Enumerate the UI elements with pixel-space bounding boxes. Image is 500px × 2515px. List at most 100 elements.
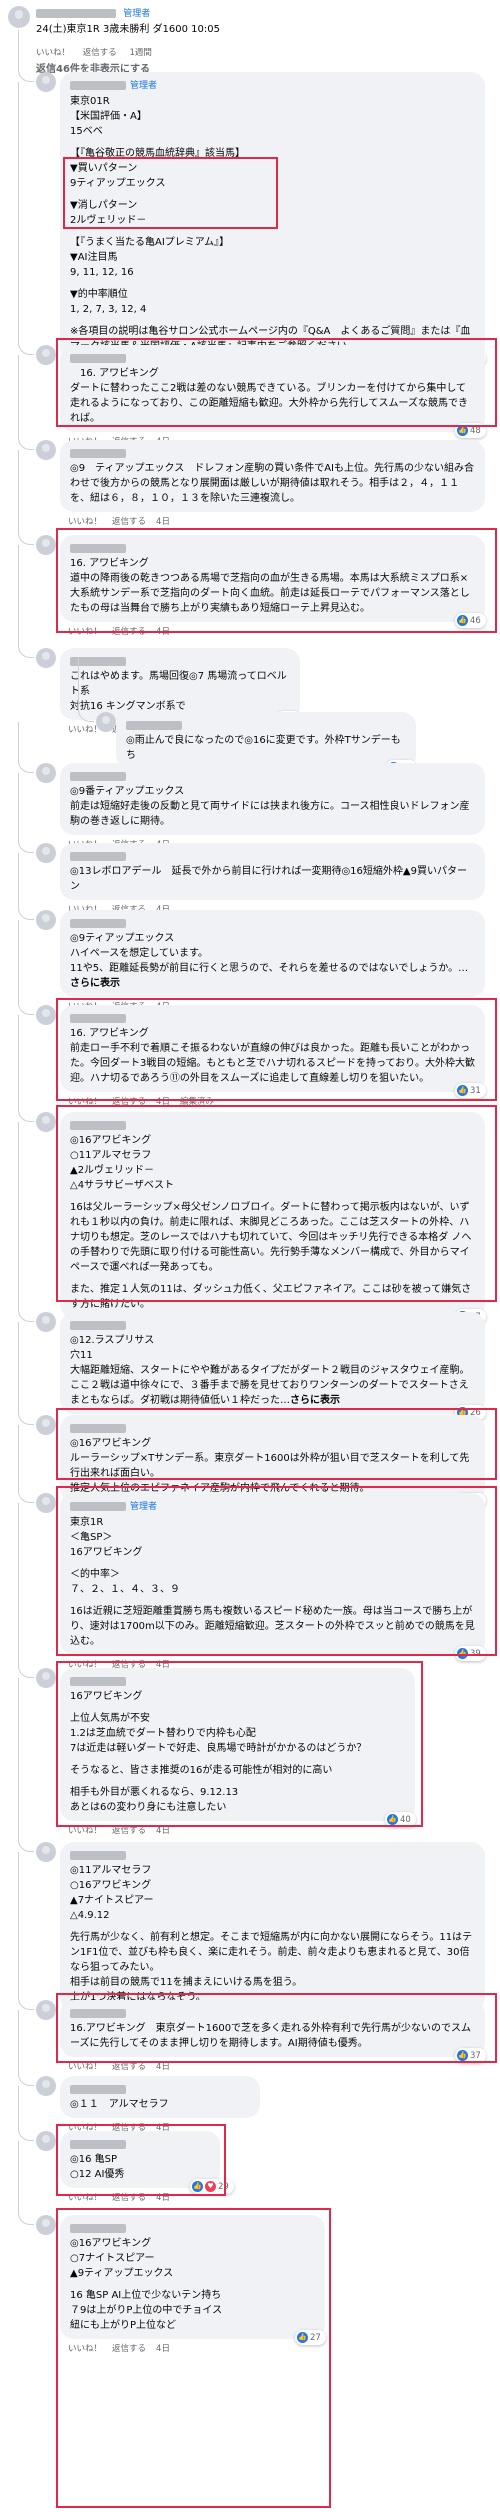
avatar[interactable] <box>36 72 56 92</box>
avatar[interactable] <box>36 2131 56 2151</box>
thread-connector <box>18 82 34 355</box>
author-name[interactable] <box>70 918 126 928</box>
thread-connector <box>18 545 34 658</box>
comment-line: ◎11アルマセラフ <box>70 1865 152 1876</box>
comment-author[interactable] <box>70 1318 475 1333</box>
thread-connector <box>78 658 94 722</box>
avatar[interactable] <box>36 2076 56 2096</box>
avatar[interactable] <box>36 1842 56 1862</box>
reply-link[interactable]: 返信する <box>112 1826 146 1836</box>
reply-link[interactable]: 返信する <box>112 517 146 527</box>
thread-connector <box>18 2141 34 2225</box>
comment-line: これはやめます。馬場回復◎7 馬場流ってロベルト系 <box>70 671 287 697</box>
highlight-box <box>63 157 278 229</box>
like-link[interactable]: いいね！ <box>68 2062 102 2072</box>
avatar[interactable] <box>36 1493 56 1513</box>
avatar[interactable] <box>36 345 56 365</box>
thread-connector <box>18 920 34 1015</box>
thread-connector <box>18 722 34 773</box>
avatar[interactable] <box>36 1112 56 1132</box>
thread-connector <box>18 1322 34 1425</box>
avatar[interactable] <box>36 1005 56 1025</box>
timestamp[interactable]: 4日 <box>156 2062 170 2072</box>
comment-line: ハイペースを想定しています。 <box>70 948 208 959</box>
comment-line <box>70 280 475 287</box>
avatar[interactable] <box>36 535 56 555</box>
comment-line: 【米国評価・A】 <box>70 110 147 122</box>
author-name[interactable] <box>126 720 182 730</box>
thread-connector <box>18 773 34 853</box>
timestamp[interactable]: 4日 <box>156 517 170 527</box>
comment-author[interactable] <box>70 446 475 461</box>
like-link[interactable]: いいね！ <box>68 1826 102 1836</box>
comment-line <box>70 1923 475 1930</box>
avatar[interactable] <box>8 6 30 28</box>
author-name[interactable] <box>70 771 126 781</box>
comment-bubble: ◎9番ティアップエックス前走は短縮好走後の反動と見て両サイドには挟まれ後方に。コ… <box>60 763 485 835</box>
see-more-link[interactable]: さらに表示 <box>290 1395 340 1406</box>
thread-connector <box>18 1852 34 2010</box>
thread-connector <box>18 1678 34 1852</box>
avatar[interactable] <box>36 2000 56 2020</box>
comment-line: ◎9ティアップエックス <box>70 933 175 944</box>
comment-line: ◎１１ アルマセラフ <box>70 2099 169 2110</box>
comment-line: ◎12.ラスプリサス <box>70 1335 155 1346</box>
comment-actions: いいね！ 返信する 4日 <box>68 515 180 527</box>
author-name[interactable] <box>70 2084 126 2094</box>
highlight-box <box>56 2208 331 2508</box>
see-more-link[interactable]: さらに表示 <box>70 978 120 989</box>
avatar[interactable] <box>36 1312 56 1332</box>
thread-connector <box>18 1503 34 1678</box>
comment-author[interactable] <box>70 849 475 864</box>
comment-bubble: ◎9 ティアップエックス ドレフォン産駒の買い条件でAIも上位。先行馬の少ない組… <box>60 440 485 512</box>
comment-author[interactable] <box>70 2082 250 2097</box>
comment-author[interactable] <box>70 1848 475 1863</box>
avatar[interactable] <box>36 440 56 460</box>
thread-connector <box>18 853 34 920</box>
author-name[interactable] <box>70 80 126 90</box>
comment-line: 前走は短縮好走後の反動と見て両サイドには挟まれ後方に。コース相性良いドレフォン産… <box>70 801 470 827</box>
highlight-box <box>56 1661 423 1827</box>
avatar[interactable] <box>36 2215 56 2235</box>
comment-bubble: これはやめます。馬場回復◎7 馬場流ってロベルト系 対抗16 キングマンボ系で <box>60 648 300 720</box>
comment-author[interactable] <box>126 718 406 733</box>
avatar[interactable] <box>36 648 56 668</box>
reaction-number: 48 <box>470 425 481 436</box>
avatar[interactable] <box>96 712 116 732</box>
avatar[interactable] <box>36 763 56 783</box>
timestamp[interactable]: 1週間 <box>129 48 151 58</box>
thread-connector <box>18 1425 34 1503</box>
author-name[interactable] <box>70 1850 126 1860</box>
comment-line: 穴11 <box>70 1350 93 1361</box>
post-actions: いいね！ 返信する 1週間 <box>36 46 162 58</box>
reply-link[interactable]: 返信する <box>83 48 117 58</box>
highlight-box <box>56 998 497 1101</box>
thread-connector <box>18 450 34 545</box>
comment-line: ◎9番ティアップエックス <box>70 786 185 797</box>
timestamp[interactable]: 4日 <box>156 1826 170 1836</box>
comment-author[interactable] <box>70 654 290 669</box>
author-name[interactable] <box>70 448 126 458</box>
comment-author[interactable]: 管理者 <box>70 78 475 94</box>
avatar[interactable] <box>36 1668 56 1688</box>
avatar[interactable] <box>36 843 56 863</box>
comment-line: 11や5、距離延長勢が前目に行くと思うので、それらを差せるのではないでしょうか。… <box>70 963 469 989</box>
thread-connector <box>18 1122 34 1322</box>
comment-line: ◎13レボロアデール 延長で外から前目に行ければ一変期待◎16短縮外枠▲9買いパ… <box>70 866 467 892</box>
author-name[interactable] <box>36 8 116 18</box>
avatar[interactable] <box>36 910 56 930</box>
comment-line: 先行馬が少なく、前有利と想定。そこまで短縮馬が内に向かない展開にならそう。11は… <box>70 1932 473 1973</box>
thread-connector <box>18 355 34 450</box>
comment-line: ○16アワビキング <box>70 1880 152 1891</box>
author-name[interactable] <box>70 1320 126 1330</box>
author-name[interactable] <box>70 851 126 861</box>
like-link[interactable]: いいね！ <box>68 517 102 527</box>
like-link[interactable]: いいね！ <box>36 48 70 58</box>
comment-author[interactable] <box>70 769 475 784</box>
comment-line: ▼的中率順位 <box>70 288 128 300</box>
comment-line <box>70 317 475 324</box>
highlight-box <box>56 1105 497 1302</box>
comment-author[interactable] <box>70 916 475 931</box>
avatar[interactable] <box>36 1415 56 1435</box>
reply-link[interactable]: 返信する <box>112 2062 146 2072</box>
